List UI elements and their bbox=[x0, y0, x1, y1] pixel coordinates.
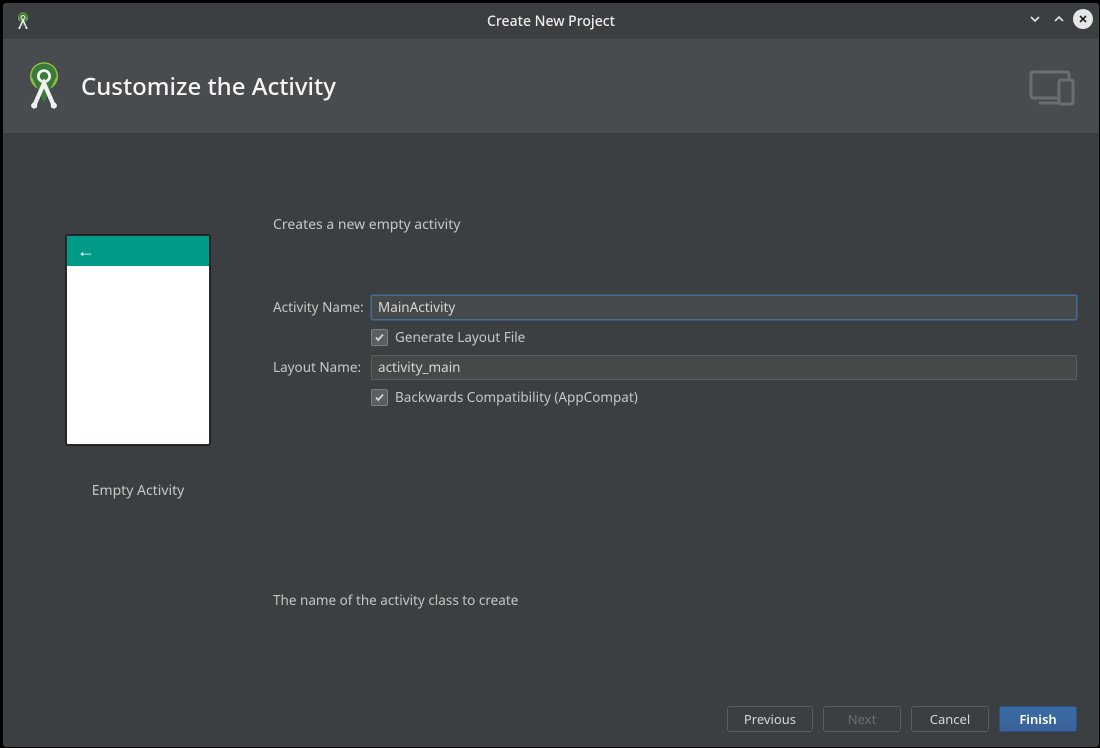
template-name-label: Empty Activity bbox=[92, 481, 185, 500]
devices-icon bbox=[1029, 66, 1083, 106]
generate-layout-checkbox[interactable] bbox=[371, 329, 388, 346]
finish-button[interactable]: Finish bbox=[999, 706, 1077, 732]
wizard-footer: Previous Next Cancel Finish bbox=[3, 691, 1099, 747]
back-arrow-icon: ← bbox=[77, 242, 95, 260]
form-column: Creates a new empty activity Activity Na… bbox=[273, 133, 1099, 691]
layout-name-label: Layout Name: bbox=[273, 358, 371, 376]
activity-name-input[interactable] bbox=[371, 295, 1077, 320]
field-hint: The name of the activity class to create bbox=[273, 591, 1077, 609]
template-preview-column: ← Empty Activity bbox=[3, 133, 273, 691]
minimize-icon[interactable] bbox=[1025, 9, 1045, 29]
page-title: Customize the Activity bbox=[81, 70, 336, 103]
close-icon[interactable] bbox=[1073, 9, 1093, 29]
backwards-compat-label: Backwards Compatibility (AppCompat) bbox=[395, 388, 638, 406]
android-studio-icon bbox=[13, 11, 33, 31]
cancel-button[interactable]: Cancel bbox=[911, 706, 989, 732]
dialog-window: Create New Project Customize bbox=[2, 2, 1100, 748]
preview-appbar: ← bbox=[67, 236, 209, 266]
wizard-content: ← Empty Activity Creates a new empty act… bbox=[3, 133, 1099, 691]
wizard-header: Customize the Activity bbox=[3, 39, 1099, 133]
template-description: Creates a new empty activity bbox=[273, 215, 1077, 234]
next-button[interactable]: Next bbox=[823, 706, 901, 732]
generate-layout-label: Generate Layout File bbox=[395, 328, 525, 346]
android-studio-logo-icon bbox=[13, 55, 75, 117]
title-bar: Create New Project bbox=[3, 3, 1099, 39]
activity-name-label: Activity Name: bbox=[273, 298, 371, 316]
layout-name-input[interactable] bbox=[371, 355, 1077, 380]
window-title: Create New Project bbox=[3, 12, 1099, 31]
template-preview-thumbnail: ← bbox=[66, 235, 210, 445]
backwards-compat-checkbox[interactable] bbox=[371, 389, 388, 406]
previous-button[interactable]: Previous bbox=[727, 706, 813, 732]
maximize-icon[interactable] bbox=[1049, 9, 1069, 29]
